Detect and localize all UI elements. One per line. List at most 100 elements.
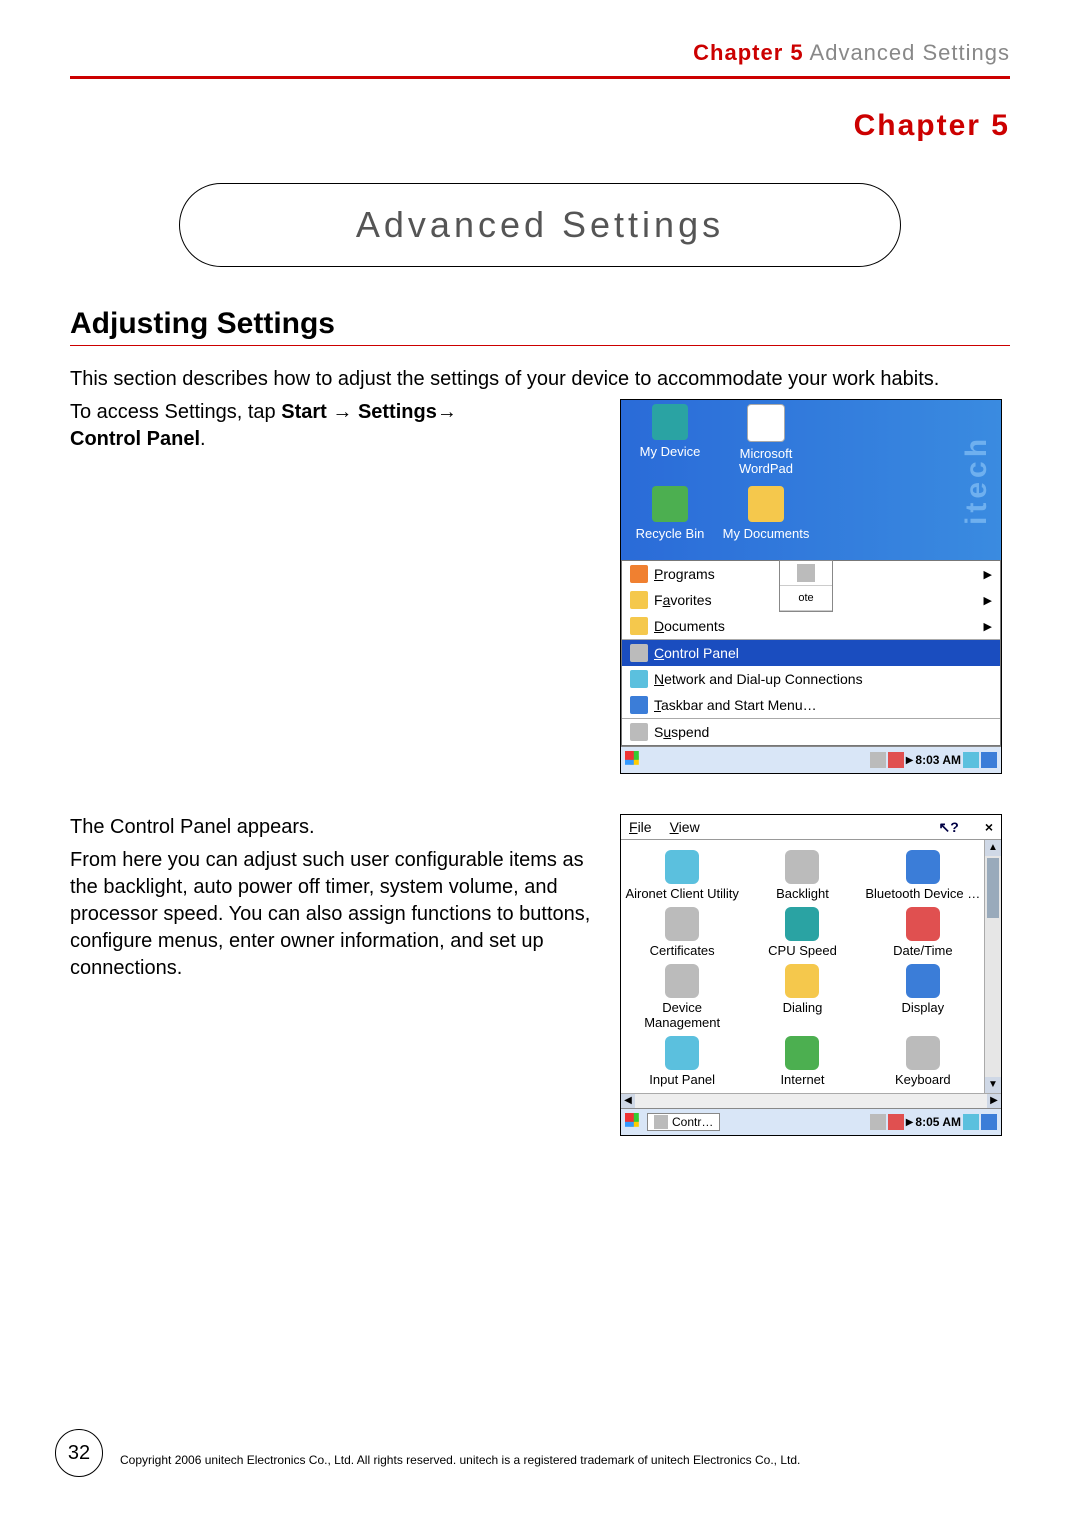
cp-item-dialing[interactable]: Dialing [743,960,861,1030]
tray-icon[interactable] [888,752,904,768]
running-header: Chapter 5 Advanced Settings [70,40,1010,66]
flyout-item[interactable]: ote [780,586,832,611]
flyout-icon [797,564,815,582]
cp-item-cpu-speed[interactable]: CPU Speed [743,903,861,958]
menu-file[interactable]: File [629,819,652,835]
aironet-icon [665,850,699,884]
device-mgmt-icon [665,964,699,998]
access-instructions: To access Settings, tap Start → Settings… [70,399,600,453]
desktop-icon[interactable] [981,752,997,768]
section-title: Adjusting Settings [70,307,1010,341]
task-icon [654,1115,668,1129]
copyright-footer: Copyright 2006 unitech Electronics Co., … [120,1453,1010,1467]
start-button[interactable] [621,1109,647,1135]
wallpaper-brand: itech [959,410,995,550]
taskbar: Contr… ▶ 8:05 AM [621,1108,1001,1135]
sip-icon[interactable] [963,752,979,768]
chapter-label: Chapter 5 [70,109,1010,143]
submenu-control-panel[interactable]: Control Panel [622,640,1000,666]
taskbar-task-control-panel[interactable]: Contr… [647,1113,720,1131]
cp-item-display[interactable]: Display [864,960,982,1030]
taskbar: ▶ 8:03 AM [621,746,1001,773]
cp-item-keyboard[interactable]: Keyboard [864,1032,982,1087]
start-button[interactable] [621,747,647,773]
clock[interactable]: 8:03 AM [915,753,961,767]
desktop-icon-recycle-bin[interactable]: Recycle Bin [625,486,715,541]
internet-icon [785,1036,819,1070]
scroll-up-button[interactable]: ▲ [985,840,1001,856]
cp-item-device-management[interactable]: Device Management [623,960,741,1030]
submenu-network-connections[interactable]: Network and Dial-up Connections [622,666,1000,692]
certificates-icon [665,907,699,941]
page-number: 32 [55,1429,103,1477]
bluetooth-icon [906,850,940,884]
intro-paragraph: This section describes how to adjust the… [70,366,1010,393]
menu-view[interactable]: View [670,819,700,835]
chevron-right-icon: ▶ [984,620,992,633]
cp-item-backlight[interactable]: Backlight [743,846,861,901]
settings-flyout: ote [779,560,833,612]
help-button[interactable]: ↖? [939,819,959,836]
wordpad-icon [747,404,785,442]
sip-icon[interactable] [963,1114,979,1130]
taskbar-icon [630,696,648,714]
submenu-taskbar-start-menu[interactable]: Taskbar and Start Menu… [622,692,1000,718]
tray-arrow-icon: ▶ [906,755,914,766]
system-tray: ▶ 8:05 AM [870,1109,1001,1135]
my-device-icon [652,404,688,440]
windows-flag-icon [625,1113,643,1131]
start-menu-documents[interactable]: Documents ▶ [622,613,1000,639]
scroll-thumb[interactable] [987,858,999,918]
desktop-icon[interactable] [981,1114,997,1130]
desktop-icon-my-device[interactable]: My Device [625,404,715,459]
control-panel-grid: Aironet Client Utility Backlight Bluetoo… [621,840,984,1093]
cp-item-aironet[interactable]: Aironet Client Utility [623,846,741,901]
cp-item-certificates[interactable]: Certificates [623,903,741,958]
folder-icon [748,486,784,522]
cp-item-bluetooth[interactable]: Bluetooth Device … [864,846,982,901]
tray-icon[interactable] [870,1114,886,1130]
start-menu-settings-submenu: Control Panel Network and Dial-up Connec… [622,639,1000,718]
control-panel-icon [630,644,648,662]
favorites-icon [630,591,648,609]
keyboard-icon [906,1036,940,1070]
desktop-icon-wordpad[interactable]: Microsoft WordPad [721,404,811,476]
documents-icon [630,617,648,635]
input-panel-icon [665,1036,699,1070]
display-icon [906,964,940,998]
tray-icon[interactable] [888,1114,904,1130]
start-menu-suspend[interactable]: Suspend [622,718,1000,745]
vertical-scrollbar[interactable]: ▲ ▼ [984,840,1001,1093]
scroll-down-button[interactable]: ▼ [985,1077,1001,1093]
tray-icon[interactable] [870,752,886,768]
header-rule [70,76,1010,79]
system-tray: ▶ 8:03 AM [870,747,1001,773]
section-rule [70,345,1010,346]
dialing-icon [785,964,819,998]
desktop-background: itech My Device Microsoft WordPad Recycl… [621,400,1001,560]
cp-item-input-panel[interactable]: Input Panel [623,1032,741,1087]
clock[interactable]: 8:05 AM [915,1115,961,1129]
close-button[interactable]: × [985,819,993,835]
chevron-right-icon: ▶ [984,594,992,607]
scroll-track[interactable] [635,1094,987,1108]
header-title: Advanced Settings [804,40,1010,65]
recycle-bin-icon [652,486,688,522]
chevron-right-icon: ▶ [984,568,992,581]
horizontal-scrollbar[interactable]: ◀ ▶ [621,1093,1001,1108]
header-chapter: Chapter 5 [693,40,803,65]
cp-item-internet[interactable]: Internet [743,1032,861,1087]
control-panel-appears: The Control Panel appears. [70,814,600,841]
scroll-right-button[interactable]: ▶ [987,1094,1001,1108]
clock-icon [906,907,940,941]
desktop-icon-my-documents[interactable]: My Documents [721,486,811,541]
cp-item-date-time[interactable]: Date/Time [864,903,982,958]
control-panel-menubar: File View ↖? × [621,815,1001,840]
control-panel-description: From here you can adjust such user confi… [70,847,600,982]
suspend-icon [630,723,648,741]
cpu-icon [785,907,819,941]
flyout-item[interactable] [780,561,832,586]
windows-flag-icon [625,751,643,769]
screenshot-start-menu: itech My Device Microsoft WordPad Recycl… [620,399,1002,774]
scroll-left-button[interactable]: ◀ [621,1094,635,1108]
